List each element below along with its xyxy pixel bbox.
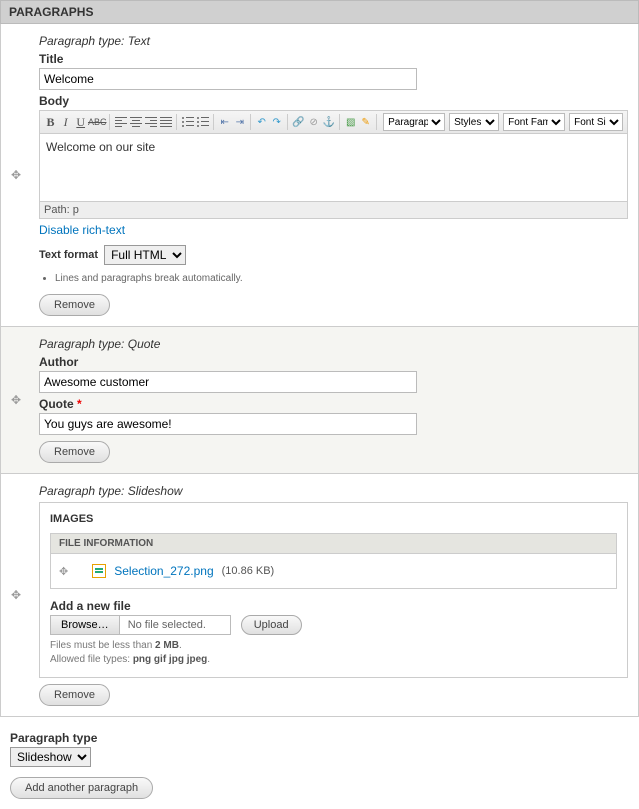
images-title: IMAGES xyxy=(50,513,617,525)
text-format-select[interactable]: Full HTML xyxy=(104,245,186,265)
file-size: (10.86 KB) xyxy=(222,565,275,577)
italic-icon[interactable]: I xyxy=(59,114,72,130)
add-another-paragraph-button[interactable]: Add another paragraph xyxy=(10,777,153,799)
underline-icon[interactable]: U xyxy=(74,114,87,130)
editor-path: Path: p xyxy=(40,202,627,218)
hint-value: 2 MB xyxy=(155,640,179,651)
path-label: Path: xyxy=(44,204,70,216)
remove-button[interactable]: Remove xyxy=(39,294,110,316)
paragraph-type-select[interactable]: Slideshow xyxy=(10,747,91,767)
align-right-icon[interactable] xyxy=(144,114,157,130)
numbered-list-icon[interactable] xyxy=(196,114,209,130)
file-status-text: No file selected. xyxy=(120,616,230,634)
drag-handle-icon[interactable]: ✥ xyxy=(59,565,68,578)
disable-richtext-link[interactable]: Disable rich-text xyxy=(39,223,628,237)
ptype-value: Slideshow xyxy=(128,484,183,498)
cleanup-icon[interactable]: ✎ xyxy=(359,114,372,130)
editor-toolbar: B I U ABC ⇤ ⇥ ↶ ↷ 🔗 ⊘ ⚓ ▧ ✎ Pa xyxy=(40,111,627,134)
hint-item: Lines and paragraphs break automatically… xyxy=(55,273,628,284)
redo-icon[interactable]: ↷ xyxy=(270,114,283,130)
font-family-select[interactable]: Font Family xyxy=(503,113,565,131)
bold-icon[interactable]: B xyxy=(44,114,57,130)
ptype-label: Paragraph type: xyxy=(39,34,124,48)
toolbar-separator xyxy=(176,114,177,130)
image-icon[interactable]: ▧ xyxy=(344,114,357,130)
paragraphs-header: PARAGRAPHS xyxy=(0,0,639,24)
align-center-icon[interactable] xyxy=(129,114,142,130)
anchor-icon[interactable]: ⚓ xyxy=(322,114,335,130)
body-editor[interactable]: Welcome on our site xyxy=(40,134,627,202)
paragraph-item-text: ✥ Paragraph type: Text Title Body B I U … xyxy=(0,24,639,327)
quote-input[interactable] xyxy=(39,413,417,435)
strikethrough-icon[interactable]: ABC xyxy=(89,114,105,130)
font-size-select[interactable]: Font Size xyxy=(569,113,623,131)
body-label: Body xyxy=(39,94,628,108)
paragraph-type-line: Paragraph type: Quote xyxy=(39,337,628,351)
title-input[interactable] xyxy=(39,68,417,90)
paragraph-item-quote: ✥ Paragraph type: Quote Author Quote * R… xyxy=(0,327,639,474)
remove-button[interactable]: Remove xyxy=(39,441,110,463)
author-label: Author xyxy=(39,355,628,369)
align-left-icon[interactable] xyxy=(114,114,127,130)
paragraph-type-line: Paragraph type: Slideshow xyxy=(39,484,628,498)
file-hints: Files must be less than 2 MB. Allowed fi… xyxy=(50,639,617,667)
toolbar-separator xyxy=(250,114,251,130)
align-justify-icon[interactable] xyxy=(159,114,172,130)
outdent-icon[interactable]: ⇤ xyxy=(218,114,231,130)
toolbar-separator xyxy=(109,114,110,130)
author-input[interactable] xyxy=(39,371,417,393)
add-file-label: Add a new file xyxy=(50,599,617,613)
ptype-value: Text xyxy=(128,34,150,48)
hint-value: png gif jpg jpeg xyxy=(133,654,207,665)
paragraph-item-slideshow: ✥ Paragraph type: Slideshow IMAGES FILE … xyxy=(0,474,639,717)
styles-select[interactable]: Styles xyxy=(449,113,499,131)
title-label: Title xyxy=(39,52,628,66)
unlink-icon[interactable]: ⊘ xyxy=(307,114,320,130)
image-file-icon xyxy=(92,564,106,578)
hint-text: Allowed file types: xyxy=(50,654,133,665)
text-format-row: Text format Full HTML xyxy=(39,245,628,265)
toolbar-separator xyxy=(376,114,377,130)
file-picker: Browse… No file selected. xyxy=(50,615,231,635)
link-icon[interactable]: 🔗 xyxy=(292,114,305,130)
toolbar-separator xyxy=(287,114,288,130)
browse-button[interactable]: Browse… xyxy=(51,616,120,634)
indent-icon[interactable]: ⇥ xyxy=(233,114,246,130)
upload-button[interactable]: Upload xyxy=(241,615,302,635)
format-select[interactable]: Paragraph xyxy=(383,113,445,131)
toolbar-separator xyxy=(213,114,214,130)
file-info-header: FILE INFORMATION xyxy=(51,534,616,554)
text-format-label: Text format xyxy=(39,249,98,261)
ptype-value: Quote xyxy=(128,337,161,351)
file-info-panel: FILE INFORMATION ✥ Selection_272.png (10… xyxy=(50,533,617,589)
format-hints: Lines and paragraphs break automatically… xyxy=(55,273,628,284)
undo-icon[interactable]: ↶ xyxy=(255,114,268,130)
quote-label: Quote * xyxy=(39,397,628,411)
file-row: ✥ Selection_272.png (10.86 KB) xyxy=(51,554,616,588)
file-link[interactable]: Selection_272.png xyxy=(114,564,213,578)
paragraph-type-label: Paragraph type xyxy=(10,731,629,745)
hint-text: Files must be less than xyxy=(50,640,155,651)
add-file-section: Add a new file Browse… No file selected.… xyxy=(50,599,617,667)
ptype-label: Paragraph type: xyxy=(39,337,124,351)
drag-handle-icon[interactable]: ✥ xyxy=(11,588,21,602)
paragraph-type-line: Paragraph type: Text xyxy=(39,34,628,48)
required-marker: * xyxy=(77,397,82,411)
toolbar-separator xyxy=(339,114,340,130)
add-paragraph-section: Paragraph type Slideshow Add another par… xyxy=(0,717,639,809)
drag-handle-icon[interactable]: ✥ xyxy=(11,168,21,182)
images-box: IMAGES FILE INFORMATION ✥ Selection_272.… xyxy=(39,502,628,678)
drag-handle-icon[interactable]: ✥ xyxy=(11,393,21,407)
richtext-editor: B I U ABC ⇤ ⇥ ↶ ↷ 🔗 ⊘ ⚓ ▧ ✎ Pa xyxy=(39,110,628,219)
ptype-label: Paragraph type: xyxy=(39,484,124,498)
bullet-list-icon[interactable] xyxy=(181,114,194,130)
remove-button[interactable]: Remove xyxy=(39,684,110,706)
path-value: p xyxy=(73,204,79,216)
